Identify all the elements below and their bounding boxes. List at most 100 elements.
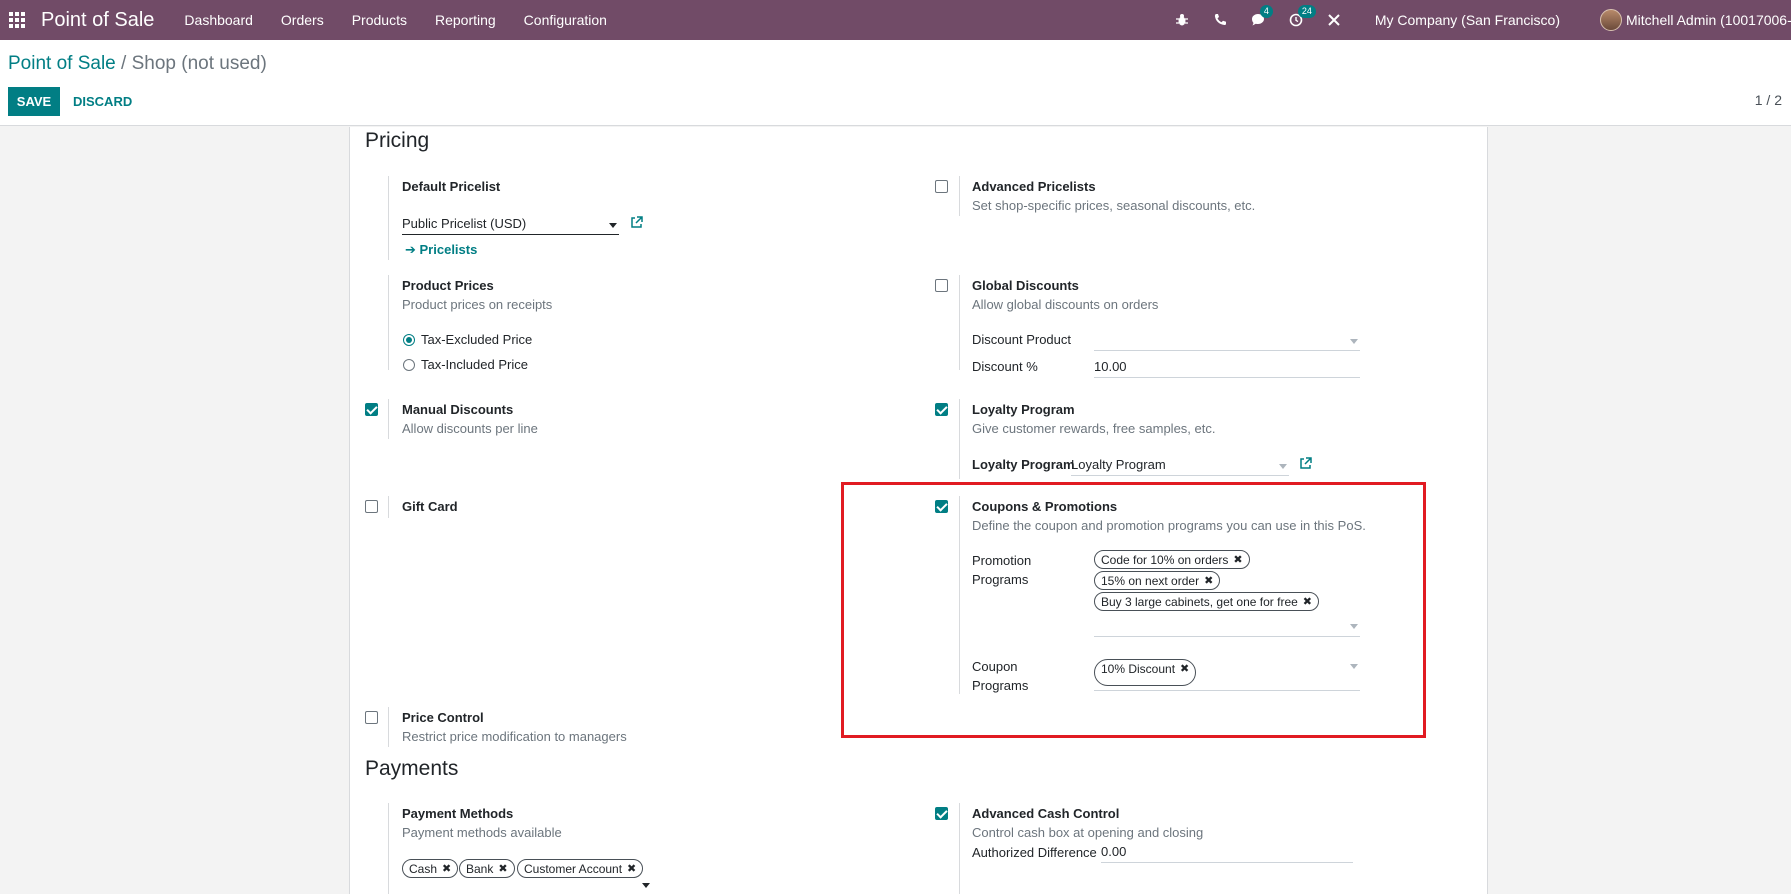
main-menu: Dashboard Orders Products Reporting Conf… (170, 12, 621, 28)
breadcrumb-separator: / (115, 53, 132, 74)
activities-badge: 24 (1297, 5, 1316, 18)
gift-card-title: Gift Card (402, 499, 458, 514)
setting-divider (388, 803, 389, 894)
company-switcher[interactable]: My Company (San Francisco) (1375, 12, 1560, 28)
section-title-payments: Payments (365, 757, 459, 780)
advanced-cash-control-desc: Control cash box at opening and closing (972, 825, 1204, 840)
loyalty-program-desc: Give customer rewards, free samples, etc… (972, 421, 1216, 436)
setting-divider (959, 275, 960, 370)
manual-discounts-title: Manual Discounts (402, 402, 514, 417)
payment-method-tag: Bank ✖ (459, 859, 515, 878)
default-pricelist-title: Default Pricelist (402, 179, 501, 194)
payment-method-tag-label: Cash (409, 861, 438, 876)
chevron-down-icon (1350, 339, 1358, 344)
price-control-title: Price Control (402, 710, 484, 725)
payment-method-tag: Cash ✖ (402, 859, 459, 878)
discount-pct-value: 10.00 (1094, 359, 1127, 374)
remove-tag-icon[interactable]: ✖ (498, 862, 507, 875)
payment-methods-title: Payment Methods (402, 806, 514, 821)
messages-icon[interactable]: 4 (1248, 5, 1273, 30)
chevron-down-icon (609, 223, 617, 228)
save-button[interactable]: SAVE (8, 87, 60, 116)
discount-product-select[interactable] (1094, 329, 1360, 351)
loyalty-program-checkbox[interactable] (935, 403, 948, 416)
loyalty-program-value: Loyalty Program (1071, 457, 1166, 472)
setting-divider (959, 176, 960, 216)
tax-included-label[interactable]: Tax-Included Price (421, 357, 528, 372)
chevron-down-icon (642, 883, 650, 888)
tax-excluded-label[interactable]: Tax-Excluded Price (421, 332, 532, 347)
tax-included-radio[interactable] (403, 359, 415, 371)
pager-counter[interactable]: 1 / 2 (1755, 92, 1782, 108)
setting-divider (388, 399, 389, 439)
advanced-cash-control-checkbox[interactable] (935, 807, 948, 820)
menu-products[interactable]: Products (338, 12, 421, 28)
menu-reporting[interactable]: Reporting (421, 12, 510, 28)
top-navbar: Point of Sale Dashboard Orders Products … (0, 0, 1791, 40)
setting-divider (388, 496, 389, 518)
remove-tag-icon[interactable]: ✖ (442, 862, 451, 875)
price-control-checkbox[interactable] (365, 711, 378, 724)
menu-dashboard[interactable]: Dashboard (170, 12, 267, 28)
price-control-desc: Restrict price modification to managers (402, 729, 627, 744)
setting-divider (959, 399, 960, 479)
apps-menu-icon[interactable] (9, 12, 25, 28)
remove-tag-icon[interactable]: ✖ (627, 862, 636, 875)
discard-button[interactable]: DISCARD (73, 87, 132, 116)
control-panel: Point of Sale / Shop (not used) SAVE DIS… (0, 40, 1791, 126)
setting-divider (388, 275, 389, 370)
section-title-pricing: Pricing (365, 129, 430, 152)
advanced-pricelists-title: Advanced Pricelists (972, 179, 1096, 194)
menu-configuration[interactable]: Configuration (510, 12, 621, 28)
phone-icon[interactable] (1210, 10, 1230, 30)
default-pricelist-select[interactable]: Public Pricelist (USD) (402, 213, 619, 235)
loyalty-program-title: Loyalty Program (972, 402, 1075, 417)
default-pricelist-value: Public Pricelist (USD) (402, 216, 527, 231)
user-menu[interactable]: Mitchell Admin (10017006-m (1626, 12, 1791, 28)
payment-methods-field[interactable]: Cash ✖ Bank ✖ Customer Account ✖ (402, 856, 650, 888)
global-discounts-checkbox[interactable] (935, 279, 948, 292)
pricelists-link-label: Pricelists (419, 242, 478, 257)
pricelists-link[interactable]: ➔ Pricelists (405, 242, 477, 258)
debug-bug-icon[interactable] (1172, 10, 1192, 30)
setting-divider (959, 803, 960, 894)
external-link-icon[interactable] (630, 216, 643, 229)
authorized-difference-input[interactable]: 0.00 (1101, 841, 1353, 863)
setting-divider (388, 707, 389, 747)
loyalty-program-select[interactable]: Loyalty Program (1071, 454, 1289, 476)
breadcrumb-current: Shop (not used) (131, 53, 267, 74)
advanced-pricelists-checkbox[interactable] (935, 180, 948, 193)
breadcrumb: Point of Sale / Shop (not used) (8, 53, 267, 75)
messages-badge: 4 (1259, 5, 1273, 18)
systray: 4 24 My Company (San Francisco) Mitchell… (1163, 0, 1791, 40)
payment-method-tag-label: Customer Account (524, 861, 623, 876)
discount-product-label: Discount Product (972, 332, 1071, 347)
loyalty-program-field-label: Loyalty Program (972, 457, 1075, 472)
manual-discounts-checkbox[interactable] (365, 403, 378, 416)
external-link-icon[interactable] (1299, 457, 1312, 470)
tools-icon[interactable] (1324, 10, 1344, 30)
product-prices-desc: Product prices on receipts (402, 297, 553, 312)
payment-method-tag: Customer Account ✖ (517, 859, 644, 878)
advanced-pricelists-desc: Set shop-specific prices, seasonal disco… (972, 198, 1256, 213)
coupons-highlight-box (841, 482, 1426, 738)
discount-pct-input[interactable]: 10.00 (1094, 356, 1360, 378)
discount-pct-label: Discount % (972, 359, 1038, 374)
tax-excluded-radio[interactable] (403, 334, 415, 346)
activities-clock-icon[interactable]: 24 (1286, 5, 1316, 30)
payment-method-tag-label: Bank (466, 861, 494, 876)
settings-sheet: Pricing Default Pricelist Public Priceli… (349, 127, 1488, 894)
chevron-down-icon (1279, 464, 1287, 469)
setting-divider (388, 176, 389, 260)
payment-methods-desc: Payment methods available (402, 825, 562, 840)
breadcrumb-parent-link[interactable]: Point of Sale (8, 53, 116, 74)
user-avatar[interactable] (1600, 9, 1622, 31)
manual-discounts-desc: Allow discounts per line (402, 421, 538, 436)
app-brand[interactable]: Point of Sale (41, 9, 154, 32)
global-discounts-title: Global Discounts (972, 278, 1079, 293)
authorized-difference-value: 0.00 (1101, 844, 1127, 859)
menu-orders[interactable]: Orders (267, 12, 338, 28)
gift-card-checkbox[interactable] (365, 500, 378, 513)
global-discounts-desc: Allow global discounts on orders (972, 297, 1159, 312)
authorized-difference-label: Authorized Difference (972, 845, 1097, 860)
